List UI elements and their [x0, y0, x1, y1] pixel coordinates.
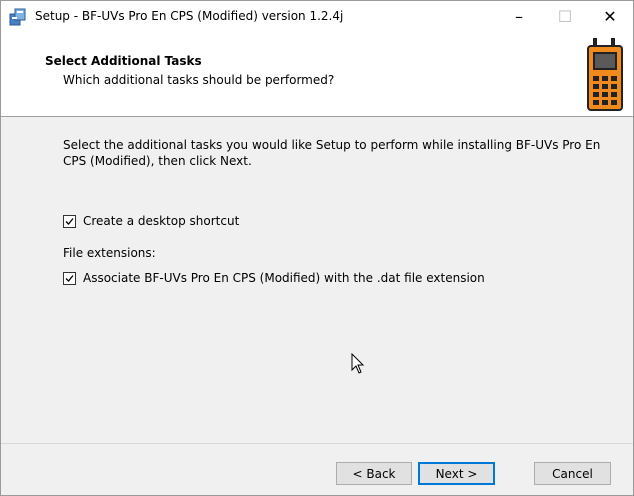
footer-divider: [1, 443, 633, 444]
associate-dat-checkbox[interactable]: [63, 271, 76, 285]
setup-app-icon: [9, 8, 26, 26]
cancel-button[interactable]: Cancel: [534, 462, 611, 485]
maximize-button[interactable]: ☐: [542, 1, 588, 32]
file-extensions-label: File extensions:: [63, 246, 156, 260]
page-title: Select Additional Tasks: [45, 54, 202, 68]
wizard-header: Select Additional Tasks Which additional…: [1, 32, 633, 117]
page-subtitle: Which additional tasks should be perform…: [63, 73, 335, 87]
associate-dat-label: Associate BF-UVs Pro En CPS (Modified) w…: [83, 271, 485, 285]
description-text: Select the additional tasks you would li…: [63, 138, 601, 168]
checkmark-icon: [65, 217, 74, 225]
desktop-shortcut-label: Create a desktop shortcut: [83, 214, 240, 228]
checkmark-icon: [65, 274, 74, 282]
task-desktop-shortcut[interactable]: Create a desktop shortcut: [63, 214, 239, 228]
task-associate-dat[interactable]: Associate BF-UVs Pro En CPS (Modified) w…: [63, 271, 485, 285]
setup-window: Setup - BF-UVs Pro En CPS (Modified) ver…: [0, 0, 634, 496]
next-button[interactable]: Next >: [418, 462, 495, 485]
desktop-shortcut-checkbox[interactable]: [63, 214, 76, 228]
back-button[interactable]: < Back: [336, 462, 412, 485]
window-title: Setup - BF-UVs Pro En CPS (Modified) ver…: [35, 9, 344, 23]
mouse-pointer-icon: [351, 353, 365, 374]
radio-device-icon: [587, 38, 623, 111]
title-bar[interactable]: Setup - BF-UVs Pro En CPS (Modified) ver…: [1, 1, 633, 32]
close-button[interactable]: ✕: [587, 1, 633, 32]
minimize-button[interactable]: –: [496, 1, 542, 32]
